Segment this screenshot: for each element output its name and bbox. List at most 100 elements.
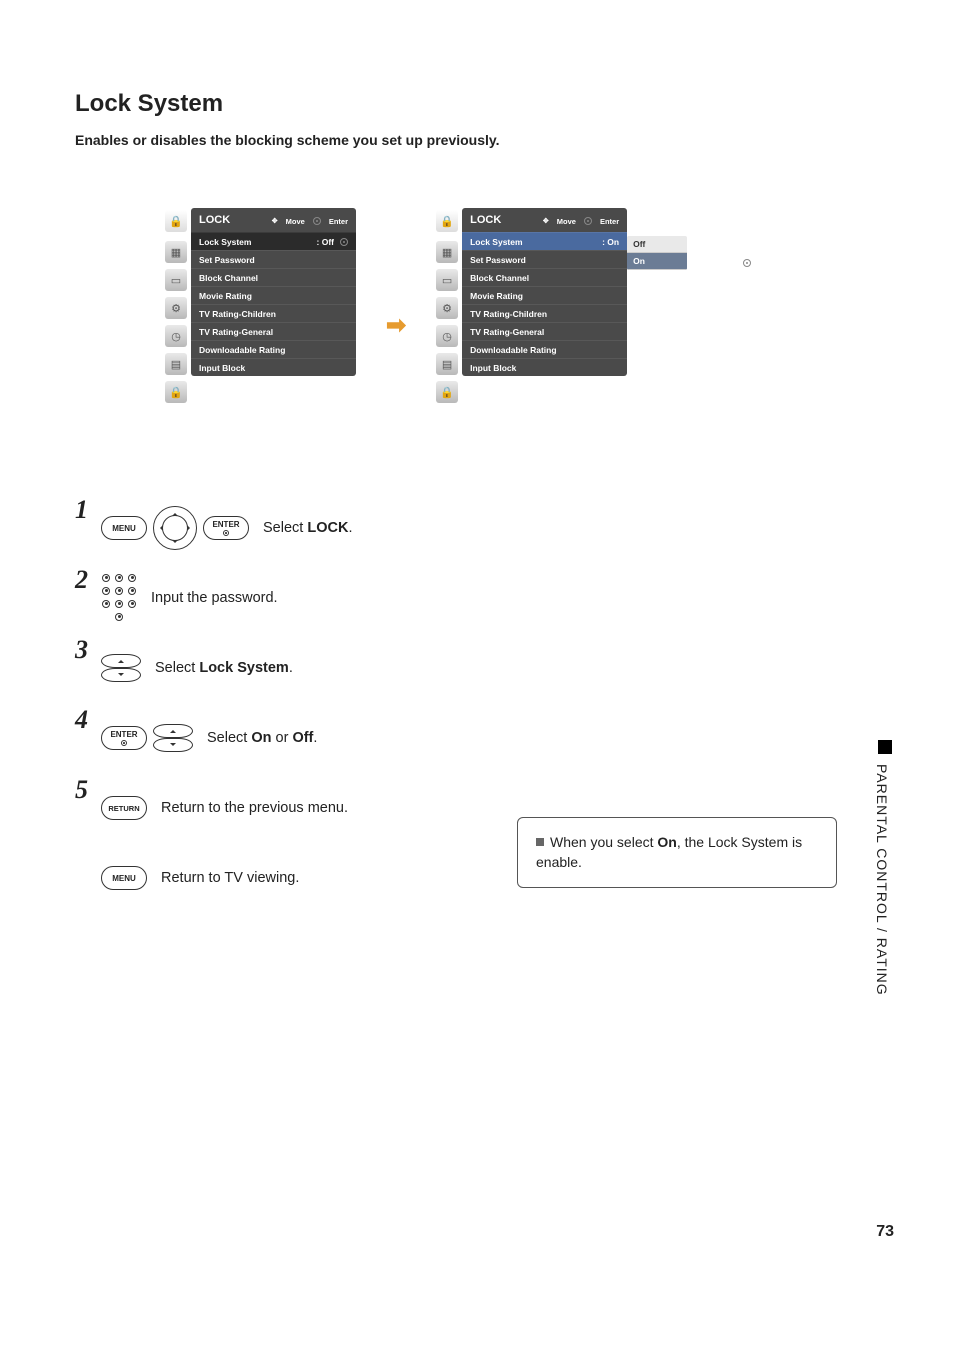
updown-icon[interactable] (153, 724, 193, 752)
page-title: Lock System (75, 90, 879, 118)
osd-item-lock-system[interactable]: Lock System : Off (191, 232, 356, 250)
osd-header-enter: Enter (329, 217, 348, 226)
numpad-icon[interactable] (101, 574, 137, 623)
osd-item-label: Movie Rating (199, 291, 252, 301)
enter-icon (223, 530, 229, 536)
return-button[interactable]: RETURN (101, 796, 147, 820)
sidebar-icon: ▭ (165, 269, 187, 291)
osd-header-move: Move (286, 217, 305, 226)
osd-item-label: Set Password (470, 255, 526, 265)
submenu-option-off[interactable]: Off (627, 236, 687, 253)
enter-icon (313, 217, 321, 225)
note-box: When you select On, the Lock System is e… (517, 817, 837, 888)
osd-item-lock-system[interactable]: Lock System : On (462, 232, 627, 250)
osd-icon-column: 🔒 ▦ ▭ ⚙ ◷ ▤ 🔒 (436, 208, 458, 403)
enter-button-label: ENTER (212, 520, 239, 529)
step-text: Select Lock System. (155, 660, 293, 676)
step-text: Select On or Off. (207, 730, 317, 746)
menu-button[interactable]: MENU (101, 866, 147, 890)
enter-icon (121, 740, 127, 746)
osd-item-label: Lock System (199, 237, 251, 247)
sidebar-icon: ▦ (436, 241, 458, 263)
osd-item[interactable]: Downloadable Rating (462, 340, 627, 358)
move-icon: ✥ (543, 217, 549, 225)
side-label: PARENTAL CONTROL / RATING (874, 764, 890, 996)
osd-item[interactable]: Block Channel (191, 268, 356, 286)
osd-header: LOCK ✥ Move Enter (462, 208, 627, 232)
enter-icon (743, 259, 751, 267)
step-number: 5 (75, 775, 87, 805)
enter-button[interactable]: ENTER (203, 516, 249, 540)
osd-item[interactable]: Block Channel (462, 268, 627, 286)
sidebar-icon: ▤ (165, 353, 187, 375)
osd-item[interactable]: Set Password (462, 250, 627, 268)
osd-header-enter: Enter (600, 217, 619, 226)
step-text: Return to the previous menu. (161, 800, 348, 816)
step-3: 3 Select Lock System. (75, 643, 879, 693)
step-number: 1 (75, 495, 87, 525)
enter-button-label: ENTER (110, 730, 137, 739)
osd-panel-1-group: 🔒 ▦ ▭ ⚙ ◷ ▤ 🔒 LOCK ✥ Move Enter (165, 208, 356, 403)
page-subtitle: Enables or disables the blocking scheme … (75, 132, 879, 148)
osd-item[interactable]: Input Block (191, 358, 356, 376)
osd-item-label: Block Channel (199, 273, 258, 283)
menu-button[interactable]: MENU (101, 516, 147, 540)
tab-marker-icon (878, 740, 892, 754)
page-number: 73 (876, 1223, 894, 1241)
lock-icon: 🔒 (436, 210, 458, 232)
step-number: 3 (75, 635, 87, 665)
osd-item-label: TV Rating-General (199, 327, 273, 337)
step-text: Return to TV viewing. (161, 870, 299, 886)
enter-icon (584, 217, 592, 225)
updown-icon[interactable] (101, 654, 141, 682)
osd-icon-column: 🔒 ▦ ▭ ⚙ ◷ ▤ 🔒 (165, 208, 187, 403)
osd-panel-1: LOCK ✥ Move Enter Lock System : Off S (191, 208, 356, 376)
osd-row: 🔒 ▦ ▭ ⚙ ◷ ▤ 🔒 LOCK ✥ Move Enter (165, 208, 879, 403)
osd-item-label: Input Block (470, 363, 516, 373)
osd-header-title: LOCK (199, 214, 230, 226)
step-text: Input the password. (151, 590, 278, 606)
enter-button[interactable]: ENTER (101, 726, 147, 750)
sidebar-icon: ▤ (436, 353, 458, 375)
osd-item[interactable]: Movie Rating (462, 286, 627, 304)
step-text: Select LOCK. (263, 520, 352, 536)
step-4: 4 ENTER Select On or Off. (75, 713, 879, 763)
osd-item-label: Set Password (199, 255, 255, 265)
osd-item-label: TV Rating-Children (199, 309, 276, 319)
arrow-right-icon: ➡ (386, 311, 406, 340)
sidebar-icon: ⚙ (436, 297, 458, 319)
osd-item-value: : On (602, 237, 619, 247)
side-tab: PARENTAL CONTROL / RATING (874, 740, 896, 1030)
osd-item[interactable]: TV Rating-General (191, 322, 356, 340)
osd-item-label: Downloadable Rating (199, 345, 285, 355)
lock-icon: 🔒 (165, 210, 187, 232)
osd-item-label: TV Rating-Children (470, 309, 547, 319)
osd-item[interactable]: TV Rating-General (462, 322, 627, 340)
osd-item-label: Block Channel (470, 273, 529, 283)
submenu-option-on[interactable]: On (627, 253, 687, 270)
osd-header: LOCK ✥ Move Enter (191, 208, 356, 232)
osd-item-label: Movie Rating (470, 291, 523, 301)
submenu-label: On (633, 256, 645, 266)
lock-icon: 🔒 (436, 381, 458, 403)
osd-item-label: Lock System (470, 237, 522, 247)
step-number: 2 (75, 565, 87, 595)
osd-panel-2-group: 🔒 ▦ ▭ ⚙ ◷ ▤ 🔒 LOCK ✥ Move Enter (436, 208, 687, 403)
osd-item[interactable]: Set Password (191, 250, 356, 268)
lock-icon: 🔒 (165, 381, 187, 403)
step-1: 1 MENU ENTER Select LOCK. (75, 503, 879, 553)
enter-icon (340, 238, 348, 246)
osd-item[interactable]: Input Block (462, 358, 627, 376)
osd-item[interactable]: TV Rating-Children (191, 304, 356, 322)
osd-item-label: Downloadable Rating (470, 345, 556, 355)
osd-item-label: TV Rating-General (470, 327, 544, 337)
step-2: 2 Input the password. (75, 573, 879, 623)
osd-item[interactable]: Downloadable Rating (191, 340, 356, 358)
dpad-icon[interactable] (153, 506, 197, 550)
sidebar-icon: ▭ (436, 269, 458, 291)
osd-item[interactable]: TV Rating-Children (462, 304, 627, 322)
osd-item[interactable]: Movie Rating (191, 286, 356, 304)
move-icon: ✥ (272, 217, 278, 225)
step-number: 4 (75, 705, 87, 735)
note-text: When you select On, the Lock System is e… (536, 834, 802, 870)
